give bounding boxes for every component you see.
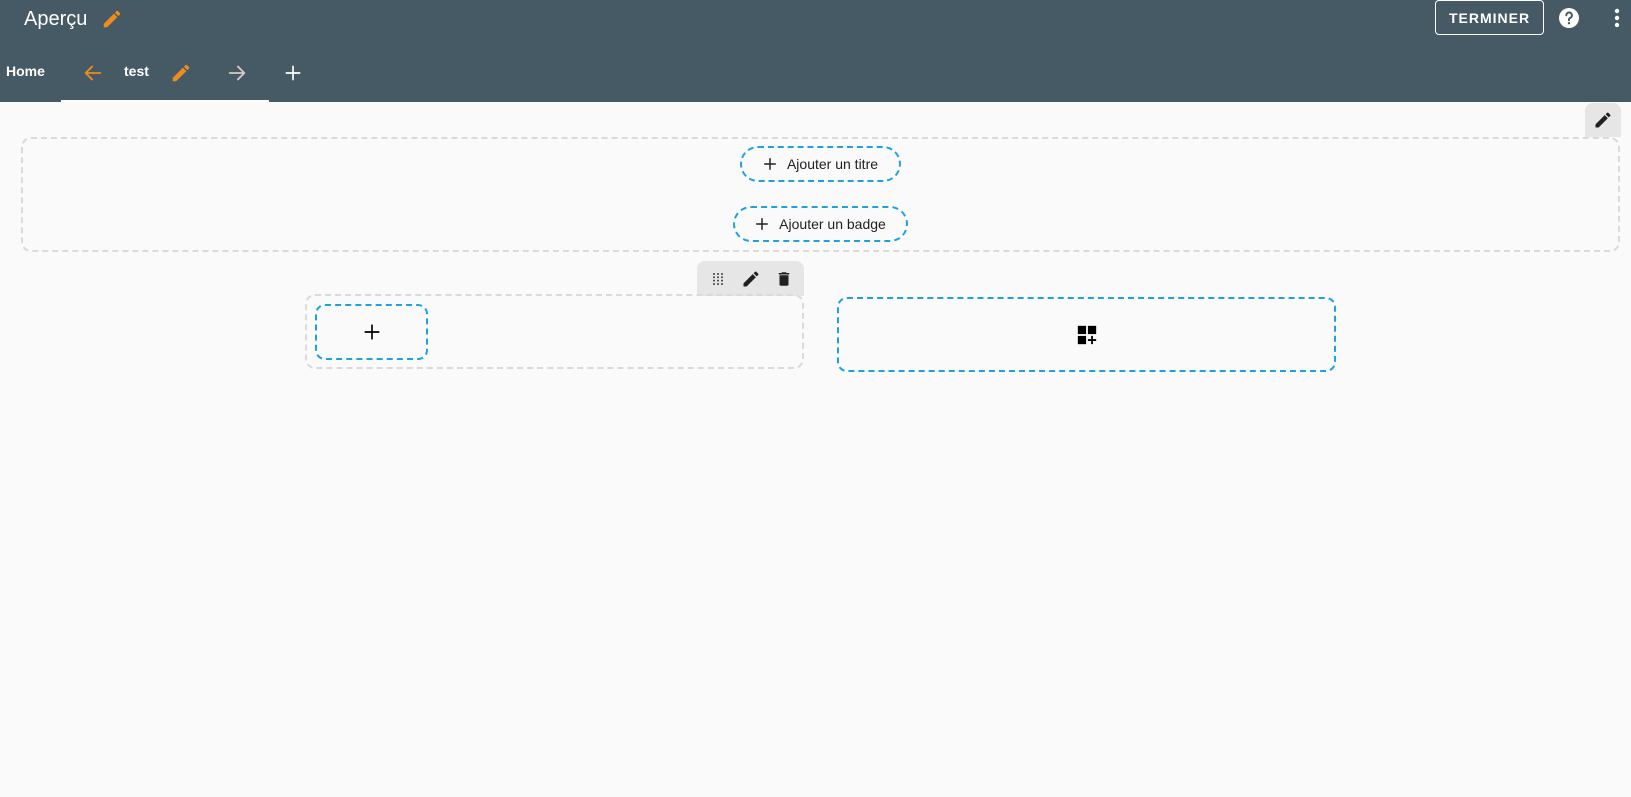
arrow-right-icon — [228, 65, 246, 81]
plus-icon — [285, 65, 301, 81]
rename-tab-button[interactable] — [169, 61, 193, 85]
pencil-icon — [104, 10, 121, 28]
page-tabs: Home test — [0, 48, 1631, 102]
more-options-button[interactable] — [1610, 6, 1624, 30]
add-title-button[interactable]: Ajouter un titre — [740, 146, 901, 182]
add-badge-label: Ajouter un badge — [779, 216, 886, 232]
widgets-add-icon — [1077, 325, 1096, 344]
title-row: Aperçu — [24, 4, 123, 34]
pencil-icon — [1595, 112, 1611, 128]
add-badge-button[interactable]: Ajouter un badge — [733, 206, 908, 242]
tab-label: test — [124, 63, 149, 79]
plus-icon — [756, 218, 769, 230]
move-tab-right-button[interactable] — [225, 61, 249, 85]
finish-button[interactable]: TERMINER — [1435, 0, 1544, 35]
app-bar: Aperçu TERMINER Home test — [0, 0, 1631, 102]
column-toolbar — [697, 261, 804, 296]
more-vert-icon — [1614, 8, 1620, 28]
delete-column-button[interactable] — [772, 267, 796, 291]
plus-icon — [763, 158, 776, 170]
drag-handle-button[interactable] — [706, 267, 730, 291]
add-widget-button[interactable] — [837, 297, 1336, 372]
edit-column-button[interactable] — [739, 267, 763, 291]
title-edit-button[interactable] — [101, 8, 123, 30]
pencil-icon — [172, 64, 190, 82]
section-edit-button[interactable] — [1585, 103, 1621, 137]
plus-icon — [363, 324, 380, 340]
arrow-left-icon — [84, 65, 102, 81]
add-tab-button[interactable] — [281, 61, 305, 85]
move-tab-left-button[interactable] — [81, 61, 105, 85]
drag-handle-icon — [712, 272, 723, 285]
pencil-icon — [743, 270, 759, 286]
tab-home[interactable]: Home — [6, 63, 45, 79]
tab-test[interactable]: test — [61, 48, 269, 102]
page-title: Aperçu — [24, 8, 88, 30]
add-item-button[interactable] — [315, 304, 428, 360]
trash-icon — [778, 271, 789, 286]
help-button[interactable] — [1557, 6, 1581, 30]
add-title-label: Ajouter un titre — [786, 156, 879, 172]
help-circle-icon — [1559, 8, 1579, 28]
